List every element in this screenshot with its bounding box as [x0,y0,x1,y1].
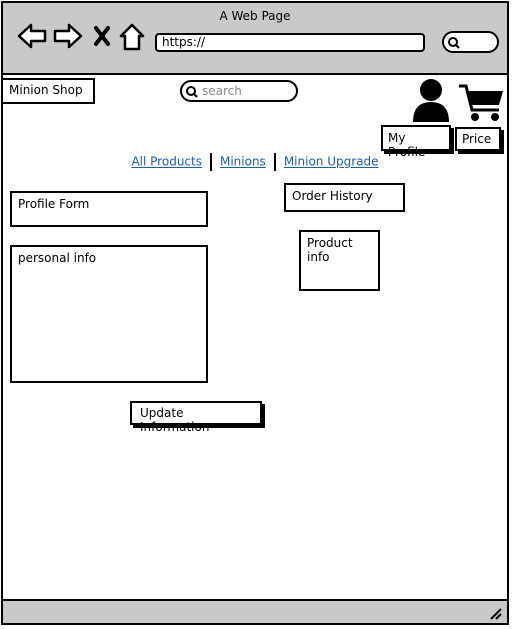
category-nav: All Products Minions Minion Upgrade [3,153,507,171]
brand-logo[interactable]: Minion Shop [1,78,95,104]
resize-grip-icon[interactable] [489,607,503,621]
price-button[interactable]: Price [455,127,501,151]
product-info-panel[interactable]: Product info [299,230,380,291]
home-icon[interactable] [119,23,145,51]
nav-link-minion-upgrade[interactable]: Minion Upgrade [284,155,379,169]
address-bar[interactable]: https:// [155,33,425,52]
arrow-right-icon[interactable] [53,23,83,49]
personal-info-panel[interactable]: personal info [10,245,208,383]
nav-link-all-products[interactable]: All Products [131,155,202,169]
arrow-left-icon[interactable] [17,23,47,49]
nav-link-minions[interactable]: Minions [220,155,266,169]
search-icon [448,37,460,49]
profile-form-label: Profile Form [10,191,208,227]
window-title: A Web Page [219,9,291,23]
browser-toolbar: A Web Page https:// [3,3,507,75]
close-icon[interactable] [93,25,111,47]
status-bar [3,599,507,623]
my-profile-button[interactable]: My Profile [381,125,451,159]
search-icon [186,86,198,98]
nav-separator [209,153,212,171]
update-information-button[interactable]: Update Information [130,401,262,434]
order-history-label: Order History [284,183,405,212]
browser-search-field[interactable] [442,31,499,53]
nav-separator [273,153,276,171]
user-icon[interactable] [411,78,451,122]
browser-window: A Web Page https:// Minion Shop search M… [1,1,509,625]
cart-icon[interactable] [457,83,505,123]
